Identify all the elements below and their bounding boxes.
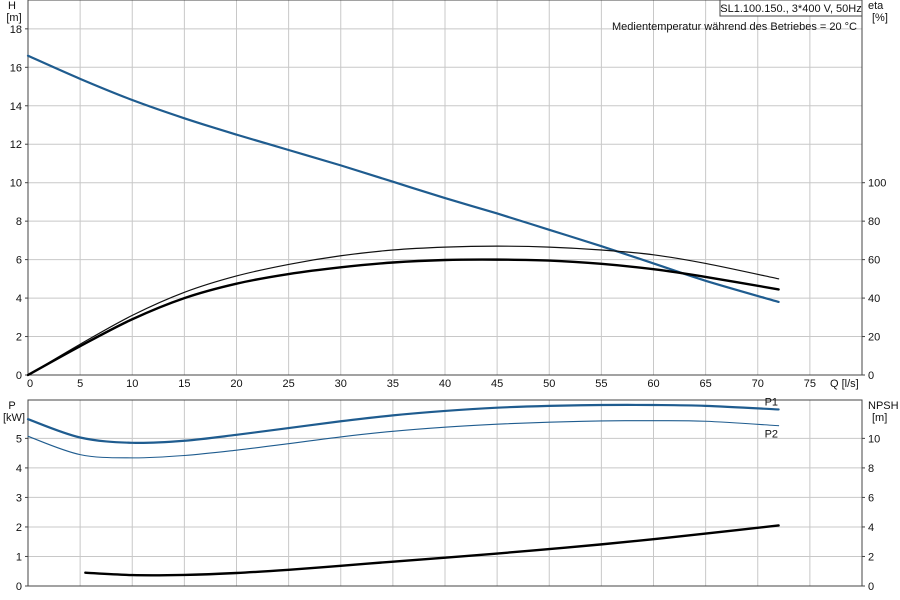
upper-left-axis-unit: [m] [6, 12, 21, 24]
upper-series-curve-1 [27, 245, 780, 376]
upper-right-axis-label: eta [868, 0, 884, 12]
lower-left-tick-label: 5 [16, 433, 22, 445]
x-tick-label: 50 [543, 378, 555, 390]
lower-left-tick-label: 0 [16, 581, 22, 593]
upper-left-tick-label: 4 [16, 293, 22, 305]
chart-title: SL1.100.150., 3*400 V, 50Hz [720, 3, 862, 15]
x-tick-label: 15 [178, 378, 190, 390]
upper-left-tick-label: 0 [16, 370, 22, 382]
x-tick-label: 45 [491, 378, 503, 390]
lower-right-axis-label: NPSH [868, 400, 899, 412]
upper-left-tick-label: 14 [10, 101, 22, 113]
x-axis-label: Q [l/s] [830, 378, 859, 390]
x-tick-label: 65 [700, 378, 712, 390]
lower-series-p2 [27, 420, 780, 459]
upper-series-curve-2 [26, 258, 780, 377]
x-tick-label: 55 [595, 378, 607, 390]
upper-left-tick-label: 18 [10, 24, 22, 36]
upper-left-tick-label: 6 [16, 255, 22, 267]
lower-left-axis-label: P [8, 400, 15, 412]
x-tick-label: 20 [230, 378, 242, 390]
series-label-p1: P1 [765, 396, 778, 408]
x-tick-label: 60 [647, 378, 659, 390]
lower-series-p1 [26, 403, 780, 445]
x-tick-label: 30 [335, 378, 347, 390]
upper-left-tick-label: 10 [10, 178, 22, 190]
upper-right-tick-label: 20 [868, 332, 880, 344]
x-tick-label: 5 [77, 378, 83, 390]
lower-left-tick-label: 4 [16, 463, 22, 475]
upper-right-axis-unit: [%] [872, 12, 888, 24]
lower-right-tick-label: 8 [868, 463, 874, 475]
upper-left-tick-label: 16 [10, 62, 22, 74]
upper-right-tick-label: 60 [868, 255, 880, 267]
x-tick-label: 25 [283, 378, 295, 390]
upper-right-tick-label: 80 [868, 216, 880, 228]
upper-left-tick-label: 8 [16, 216, 22, 228]
lower-right-tick-label: 0 [868, 581, 874, 593]
upper-right-tick-label: 40 [868, 293, 880, 305]
x-tick-label: 75 [804, 378, 816, 390]
lower-left-axis-unit: [kW] [3, 412, 25, 424]
lower-right-tick-label: 4 [868, 522, 874, 534]
x-tick-label: 35 [387, 378, 399, 390]
lower-left-tick-label: 3 [16, 492, 22, 504]
upper-right-tick-label: 100 [868, 178, 886, 190]
lower-series-curve-2 [84, 524, 780, 577]
lower-right-axis-unit: [m] [872, 412, 887, 424]
chart-subtitle: Medientemperatur während des Betriebes =… [612, 21, 857, 33]
x-tick-label: 0 [27, 378, 33, 390]
upper-right-tick-label: 0 [868, 370, 874, 382]
lower-right-tick-label: 10 [868, 433, 880, 445]
lower-right-tick-label: 6 [868, 492, 874, 504]
upper-left-tick-label: 12 [10, 139, 22, 151]
pump-performance-chart: 024681012141618020406080100H[m]eta[%]012… [3, 0, 899, 593]
series-label-p2: P2 [765, 429, 778, 441]
x-tick-label: 70 [752, 378, 764, 390]
x-tick-label: 40 [439, 378, 451, 390]
lower-left-tick-label: 1 [16, 551, 22, 563]
lower-left-tick-label: 2 [16, 522, 22, 534]
upper-left-tick-label: 2 [16, 332, 22, 344]
lower-right-tick-label: 2 [868, 551, 874, 563]
x-tick-label: 10 [126, 378, 138, 390]
upper-series-curve-0 [26, 54, 780, 304]
upper-left-axis-label: H [8, 0, 16, 12]
